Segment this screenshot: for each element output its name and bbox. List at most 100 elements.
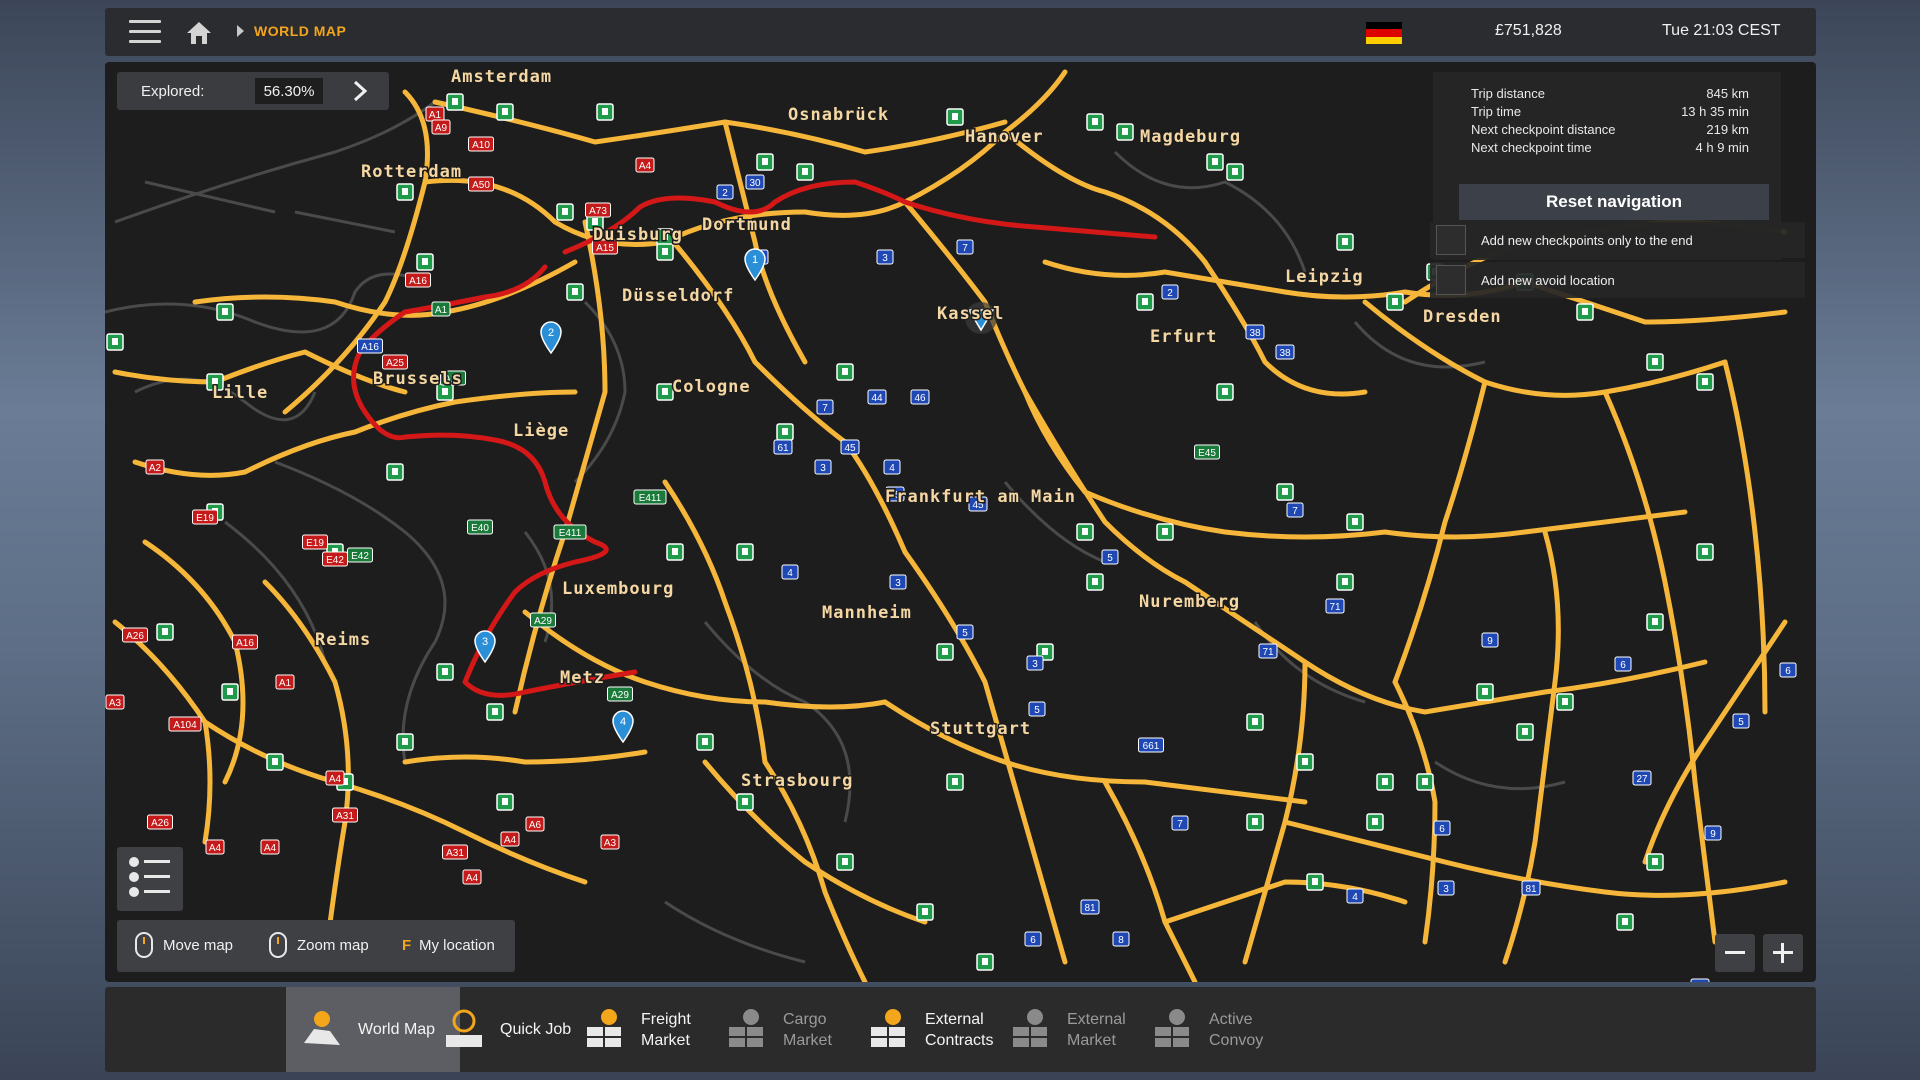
depot-icon[interactable] (656, 243, 674, 261)
depot-icon[interactable] (1376, 773, 1394, 791)
depot-icon[interactable] (1576, 303, 1594, 321)
depot-icon[interactable] (1206, 153, 1224, 171)
depot-icon[interactable] (156, 623, 174, 641)
depot-icon[interactable] (976, 953, 994, 971)
world-map[interactable]: A1 A9 A10 A4 A50 A73 A15 A16 A1 A16 A25 A23 A2 E19 E19… (105, 62, 1816, 982)
reset-navigation-button[interactable]: Reset navigation (1459, 184, 1769, 220)
hint-my-location[interactable]: My location (419, 937, 495, 954)
bank-balance: £751,828 (1495, 22, 1562, 39)
road-shield: 2 (716, 184, 734, 200)
depot-icon[interactable] (446, 93, 464, 111)
depot-icon[interactable] (436, 663, 454, 681)
depot-icon[interactable] (221, 683, 239, 701)
depot-icon[interactable] (1306, 873, 1324, 891)
depot-icon[interactable] (266, 753, 284, 771)
depot-icon[interactable] (1516, 723, 1534, 741)
depot-icon[interactable] (1076, 523, 1094, 541)
depot-icon[interactable] (496, 793, 514, 811)
route-checkpoint-marker[interactable]: 2 (540, 321, 562, 355)
depot-icon[interactable] (836, 853, 854, 871)
depot-icon[interactable] (756, 153, 774, 171)
depot-icon[interactable] (946, 108, 964, 126)
breadcrumb-chevron-icon (237, 25, 244, 37)
depot-icon[interactable] (836, 363, 854, 381)
depot-icon[interactable] (1246, 813, 1264, 831)
depot-icon[interactable] (1646, 853, 1664, 871)
depot-icon[interactable] (486, 703, 504, 721)
depot-icon[interactable] (696, 733, 714, 751)
map-legend-button[interactable] (117, 847, 183, 911)
depot-icon[interactable] (1616, 913, 1634, 931)
depot-icon[interactable] (666, 543, 684, 561)
home-icon[interactable] (185, 20, 213, 46)
hamburger-menu-icon[interactable] (129, 20, 161, 46)
depot-icon[interactable] (1646, 613, 1664, 631)
depot-icon[interactable] (386, 463, 404, 481)
road-shield: A3 (105, 694, 125, 710)
road-shield-label: 6 (1620, 660, 1626, 671)
depot-icon[interactable] (1086, 113, 1104, 131)
depot-icon[interactable] (1696, 543, 1714, 561)
depot-icon[interactable] (936, 643, 954, 661)
depot-icon[interactable] (946, 773, 964, 791)
road-shield-label: A26 (126, 631, 144, 642)
depot-icon[interactable] (1116, 123, 1134, 141)
depot-icon[interactable] (736, 543, 754, 561)
tab-active-convoy[interactable]: Active Convoy (1137, 987, 1311, 1072)
city-label: Luxembourg (562, 579, 674, 599)
route-checkpoint-marker[interactable]: 4 (612, 710, 634, 744)
road-shield-label: 661 (1143, 741, 1160, 752)
depot-icon[interactable] (1696, 373, 1714, 391)
depot-icon[interactable] (1276, 483, 1294, 501)
depot-icon[interactable] (416, 253, 434, 271)
checkbox[interactable] (1436, 265, 1466, 295)
depot-icon[interactable] (396, 183, 414, 201)
option-checkpoints-end[interactable]: Add new checkpoints only to the end (1430, 222, 1805, 258)
road-shield: 5 (956, 624, 974, 640)
depot-icon[interactable] (1136, 293, 1154, 311)
checkbox[interactable] (1436, 225, 1466, 255)
road-shield-label: A4 (209, 843, 222, 854)
depot-icon[interactable] (1226, 163, 1244, 181)
depot-icon[interactable] (1296, 753, 1314, 771)
city-label: Cologne (672, 377, 751, 397)
depot-icon[interactable] (216, 303, 234, 321)
city-label: Erfurt (1150, 327, 1217, 347)
map-pin-icon (304, 1011, 340, 1045)
depot-icon[interactable] (1556, 693, 1574, 711)
depot-icon[interactable] (496, 103, 514, 121)
depot-icon[interactable] (1086, 573, 1104, 591)
depot-icon[interactable] (1336, 573, 1354, 591)
option-avoid-location[interactable]: Add new avoid location (1430, 262, 1805, 298)
depot-icon[interactable] (1366, 813, 1384, 831)
depot-icon[interactable] (916, 903, 934, 921)
depot-icon[interactable] (566, 283, 584, 301)
depot-icon[interactable] (1336, 233, 1354, 251)
zoom-out-button[interactable] (1715, 934, 1755, 972)
depot-icon[interactable] (556, 203, 574, 221)
depot-icon[interactable] (106, 333, 124, 351)
depot-icon[interactable] (776, 423, 794, 441)
depot-icon[interactable] (396, 733, 414, 751)
road-shield-label: 6 (1439, 824, 1445, 835)
depot-icon[interactable] (1216, 383, 1234, 401)
depot-icon[interactable] (1476, 683, 1494, 701)
checkpoint-number: 4 (620, 716, 626, 728)
depot-icon[interactable] (1156, 523, 1174, 541)
chevron-right-icon[interactable] (349, 80, 371, 102)
depot-icon[interactable] (736, 793, 754, 811)
zoom-in-button[interactable] (1763, 934, 1803, 972)
depot-icon[interactable] (1386, 293, 1404, 311)
road-shield-label: 71 (1329, 602, 1341, 613)
depot-icon[interactable] (1246, 713, 1264, 731)
tab-label: Active Convoy (1209, 1011, 1264, 1049)
depot-icon[interactable] (1346, 513, 1364, 531)
city-label: Duisburg (593, 225, 683, 245)
depot-icon[interactable] (1646, 353, 1664, 371)
depot-icon[interactable] (1416, 773, 1434, 791)
road-shield-label: 30 (749, 178, 761, 189)
road-shield-label: 71 (1262, 647, 1274, 658)
depot-icon[interactable] (796, 163, 814, 181)
depot-icon[interactable] (656, 383, 674, 401)
depot-icon[interactable] (596, 103, 614, 121)
